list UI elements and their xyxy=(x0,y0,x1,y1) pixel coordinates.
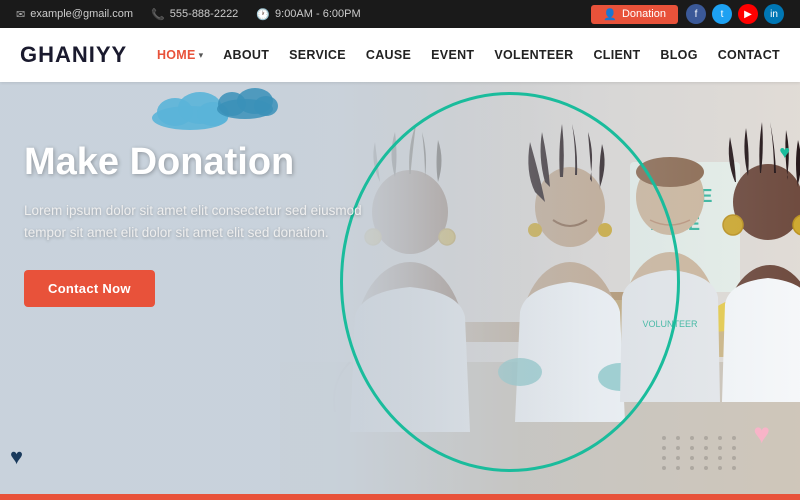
twitter-icon[interactable]: t xyxy=(712,4,732,24)
nav-link-client[interactable]: CLIENT xyxy=(593,48,640,62)
nav-item-service[interactable]: SERVICE xyxy=(289,46,346,64)
email-info: ✉ example@gmail.com xyxy=(16,8,133,21)
nav-link-contact[interactable]: CONTACT xyxy=(718,48,780,62)
donation-button[interactable]: 👤 Donation xyxy=(591,5,678,24)
hero-section: DONATE HERE VOLUNTEER xyxy=(0,82,800,500)
hours-info: 🕐 9:00AM - 6:00PM xyxy=(256,8,360,21)
heart-decoration-teal: ♥ xyxy=(779,142,790,163)
red-accent-bar xyxy=(0,494,800,500)
email-icon: ✉ xyxy=(16,8,25,21)
nav-link-volunteer[interactable]: VOLENTEER xyxy=(494,48,573,62)
facebook-icon[interactable]: f xyxy=(686,4,706,24)
dot-pattern xyxy=(662,436,740,470)
nav-item-contact[interactable]: CONTACT xyxy=(718,46,780,64)
cloud-decoration-2 xyxy=(210,87,280,119)
email-text: example@gmail.com xyxy=(30,8,133,20)
nav-item-home[interactable]: HOME ▾ xyxy=(157,48,203,62)
nav-item-about[interactable]: ABOUT xyxy=(223,46,269,64)
phone-text: 555-888-2222 xyxy=(170,8,239,20)
clock-icon: 🕐 xyxy=(256,8,270,21)
nav-item-client[interactable]: CLIENT xyxy=(593,46,640,64)
nav-item-event[interactable]: EVENT xyxy=(431,46,474,64)
navbar: GHANIYY HOME ▾ ABOUT SERVICE CAUSE EVENT… xyxy=(0,28,800,82)
topbar-left: ✉ example@gmail.com 📞 555-888-2222 🕐 9:0… xyxy=(16,8,361,21)
person-icon: 👤 xyxy=(603,8,617,21)
nav-links: HOME ▾ ABOUT SERVICE CAUSE EVENT VOLENTE… xyxy=(157,46,780,64)
heart-decoration-dark: ♥ xyxy=(10,444,23,470)
hours-text: 9:00AM - 6:00PM xyxy=(275,8,361,20)
nav-link-about[interactable]: ABOUT xyxy=(223,48,269,62)
donation-label: Donation xyxy=(622,8,666,20)
nav-item-cause[interactable]: CAUSE xyxy=(366,46,411,64)
nav-item-blog[interactable]: BLOG xyxy=(660,46,697,64)
nav-link-event[interactable]: EVENT xyxy=(431,48,474,62)
nav-link-blog[interactable]: BLOG xyxy=(660,48,697,62)
topbar: ✉ example@gmail.com 📞 555-888-2222 🕐 9:0… xyxy=(0,0,800,28)
social-icons: f t ▶ in xyxy=(686,4,784,24)
nav-item-volunteer[interactable]: VOLENTEER xyxy=(494,46,573,64)
hero-body: Lorem ipsum dolor sit amet elit consecte… xyxy=(24,200,404,245)
heart-decoration-pink: ♥ xyxy=(753,418,770,450)
phone-info: 📞 555-888-2222 xyxy=(151,8,238,21)
topbar-right: 👤 Donation f t ▶ in xyxy=(591,4,784,24)
phone-icon: 📞 xyxy=(151,8,165,21)
linkedin-icon[interactable]: in xyxy=(764,4,784,24)
hero-content: Make Donation Lorem ipsum dolor sit amet… xyxy=(24,142,404,307)
logo: GHANIYY xyxy=(20,42,127,68)
nav-link-service[interactable]: SERVICE xyxy=(289,48,346,62)
nav-link-home[interactable]: HOME xyxy=(157,48,196,62)
chevron-down-icon: ▾ xyxy=(199,50,204,61)
nav-link-cause[interactable]: CAUSE xyxy=(366,48,411,62)
cta-button[interactable]: Contact Now xyxy=(24,270,155,307)
youtube-icon[interactable]: ▶ xyxy=(738,4,758,24)
hero-title: Make Donation xyxy=(24,142,404,184)
